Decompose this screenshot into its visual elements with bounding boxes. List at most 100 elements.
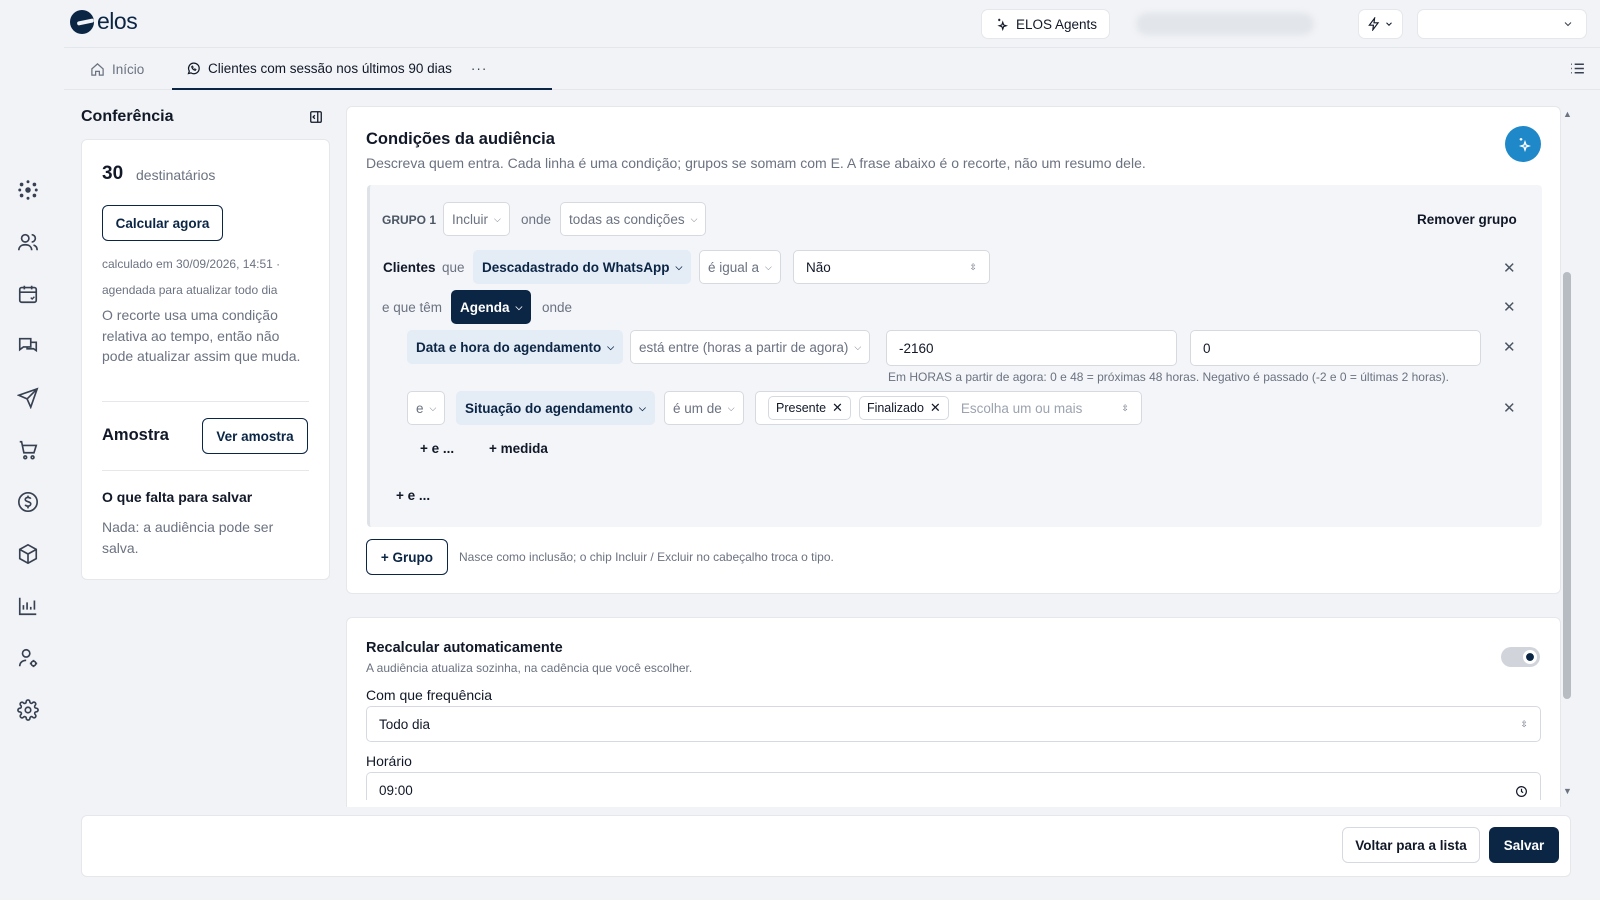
remove-tag-icon[interactable]: ✕	[930, 400, 941, 416]
add-group-button[interactable]: + Grupo	[366, 539, 448, 575]
operator-select[interactable]: é um de ⌵	[664, 391, 744, 425]
group-match-value: todas as condições	[569, 211, 685, 227]
whatsapp-icon	[187, 61, 200, 74]
tag-label: Presente	[776, 401, 827, 415]
tab-home[interactable]: Início	[90, 48, 144, 90]
tag-presente[interactable]: Presente ✕	[768, 396, 851, 420]
remove-condition-button[interactable]: ✕	[1503, 399, 1516, 417]
quick-actions-button[interactable]	[1358, 9, 1403, 39]
calculation-meta: calculado em 30/09/2026, 14:51 · agendad…	[102, 257, 281, 297]
tab-more-button[interactable]: ···	[471, 61, 488, 76]
elos-agents-button[interactable]: ELOS Agents	[981, 9, 1110, 39]
scroll-down-arrow[interactable]: ▼	[1563, 786, 1572, 796]
where-label: onde	[521, 212, 552, 227]
app-logo[interactable]: elos	[70, 8, 138, 35]
save-button[interactable]: Salvar	[1489, 827, 1559, 863]
connector-select[interactable]: e ⌵	[407, 391, 446, 425]
updown-icon: ⇳	[1121, 402, 1129, 413]
send-icon[interactable]	[17, 387, 39, 409]
chevron-down-icon: ⌵	[727, 402, 735, 413]
chevron-down-icon: ⌵	[515, 301, 523, 312]
range-from-input[interactable]: -2160	[886, 330, 1177, 366]
group-mode-value: Incluir	[452, 211, 489, 227]
value-select-value: Não	[806, 259, 831, 275]
dollar-icon[interactable]	[17, 491, 39, 513]
calendar-icon[interactable]	[17, 283, 39, 305]
related-entity-select[interactable]: Agenda ⌵	[451, 290, 532, 324]
add-group-hint: Nasce como inclusão; o chip Incluir / Ex…	[459, 550, 834, 564]
collapse-panel-icon[interactable]	[309, 110, 323, 124]
hours-hint: Em HORAS a partir de agora: 0 e 48 = pró…	[888, 370, 1449, 384]
related-entity-value: Agenda	[460, 299, 510, 315]
list-menu-icon[interactable]	[1569, 60, 1586, 77]
recalc-subtitle: A audiência atualiza sozinha, na cadênci…	[366, 661, 693, 675]
add-and-inner-button[interactable]: + e ...	[420, 441, 454, 456]
field-value: Data e hora do agendamento	[416, 339, 602, 355]
sample-title: Amostra	[102, 426, 169, 444]
time-input[interactable]: 09:00	[366, 772, 1541, 800]
multi-value-select[interactable]: Presente ✕ Finalizado ✕ Escolha um ou ma…	[755, 391, 1142, 425]
frequency-value: Todo dia	[379, 716, 431, 732]
user-name-blurred[interactable]	[1136, 13, 1314, 35]
remove-condition-button[interactable]: ✕	[1503, 298, 1516, 316]
scroll-up-arrow[interactable]: ▲	[1563, 109, 1572, 119]
dashboard-icon[interactable]	[17, 179, 39, 201]
time-label: Horário	[366, 753, 412, 769]
cart-icon[interactable]	[17, 439, 39, 461]
users-icon[interactable]	[17, 231, 39, 253]
remove-group-button[interactable]: Remover grupo	[1417, 212, 1517, 227]
back-to-list-button[interactable]: Voltar para a lista	[1342, 827, 1480, 863]
chart-icon[interactable]	[17, 595, 39, 617]
ai-assist-button[interactable]	[1505, 126, 1541, 162]
tab-audience[interactable]: Clientes com sessão nos últimos 90 dias …	[172, 48, 552, 90]
remove-tag-icon[interactable]: ✕	[832, 400, 843, 416]
field-value: Situação do agendamento	[465, 400, 634, 416]
view-sample-button[interactable]: Ver amostra	[202, 418, 308, 454]
chevron-down-icon: ⌵	[494, 213, 501, 224]
user-settings-icon[interactable]	[17, 647, 39, 669]
operator-select[interactable]: é igual a ⌵	[699, 250, 781, 284]
logo-mark-icon	[70, 9, 94, 34]
range-to-input[interactable]: 0	[1190, 330, 1481, 366]
time-value: 09:00	[379, 783, 413, 798]
field-select[interactable]: Situação do agendamento ⌵	[456, 391, 655, 425]
logo-text: elos	[97, 8, 138, 34]
que-label: que	[442, 260, 465, 275]
field-select[interactable]: Descadastrado do WhatsApp ⌵	[473, 250, 692, 284]
chevron-down-icon	[1386, 22, 1392, 26]
group-label: GRUPO 1	[382, 213, 437, 227]
where-label: onde	[542, 300, 573, 315]
remove-condition-button[interactable]: ✕	[1503, 259, 1516, 277]
remove-condition-button[interactable]: ✕	[1503, 338, 1516, 356]
operator-select[interactable]: está entre (horas a partir de agora) ⌵	[630, 330, 871, 364]
clock-icon	[1516, 786, 1527, 797]
group-match-select[interactable]: todas as condições ⌵	[560, 202, 707, 236]
divider	[102, 401, 309, 402]
recalc-title: Recalcular automaticamente	[366, 640, 563, 656]
add-and-outer-button[interactable]: + e ...	[396, 488, 430, 503]
conditions-title: Condições da audiência	[366, 130, 555, 148]
add-measure-button[interactable]: + medida	[489, 441, 548, 456]
box-icon[interactable]	[17, 543, 39, 565]
value-select[interactable]: Não ⇳	[793, 250, 990, 284]
frequency-select[interactable]: Todo dia ⇳	[366, 706, 1541, 742]
conditions-subtitle: Descreva quem entra. Cada linha é uma co…	[366, 155, 1146, 171]
calculate-now-button[interactable]: Calcular agora	[102, 205, 223, 241]
gear-icon[interactable]	[17, 699, 39, 721]
chevron-down-icon: ⌵	[607, 341, 615, 352]
and-that-have-label: e que têm	[382, 300, 443, 315]
account-select[interactable]	[1417, 9, 1587, 39]
tag-finalizado[interactable]: Finalizado ✕	[858, 396, 949, 420]
scrollbar-thumb[interactable]	[1563, 272, 1571, 699]
missing-to-save-description: Nada: a audiência pode ser salva.	[102, 519, 274, 556]
group-mode-select[interactable]: Incluir ⌵	[443, 202, 510, 236]
sparkle-icon	[1518, 138, 1531, 152]
calculation-description: O recorte usa uma condição relativa ao t…	[102, 307, 301, 364]
multi-select-placeholder: Escolha um ou mais	[960, 400, 1083, 416]
operator-value: é igual a	[708, 259, 760, 275]
field-select[interactable]: Data e hora do agendamento ⌵	[407, 330, 624, 364]
tag-label: Finalizado	[866, 401, 924, 415]
updown-icon: ⇳	[969, 261, 977, 272]
entity-label: Clientes	[383, 260, 436, 275]
chat-icon[interactable]	[17, 335, 39, 357]
